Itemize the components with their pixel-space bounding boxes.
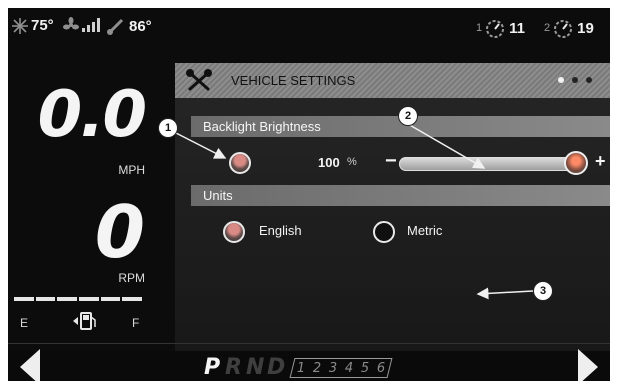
callout-1: 1	[158, 118, 178, 138]
callout-3: 3	[533, 281, 553, 301]
screenshot: 75° 86° 1 11 2 19 0.0 MPH 0 RPM E F VEHI…	[0, 0, 618, 389]
callout-arrows	[173, 123, 534, 300]
callout-2: 2	[398, 106, 418, 126]
